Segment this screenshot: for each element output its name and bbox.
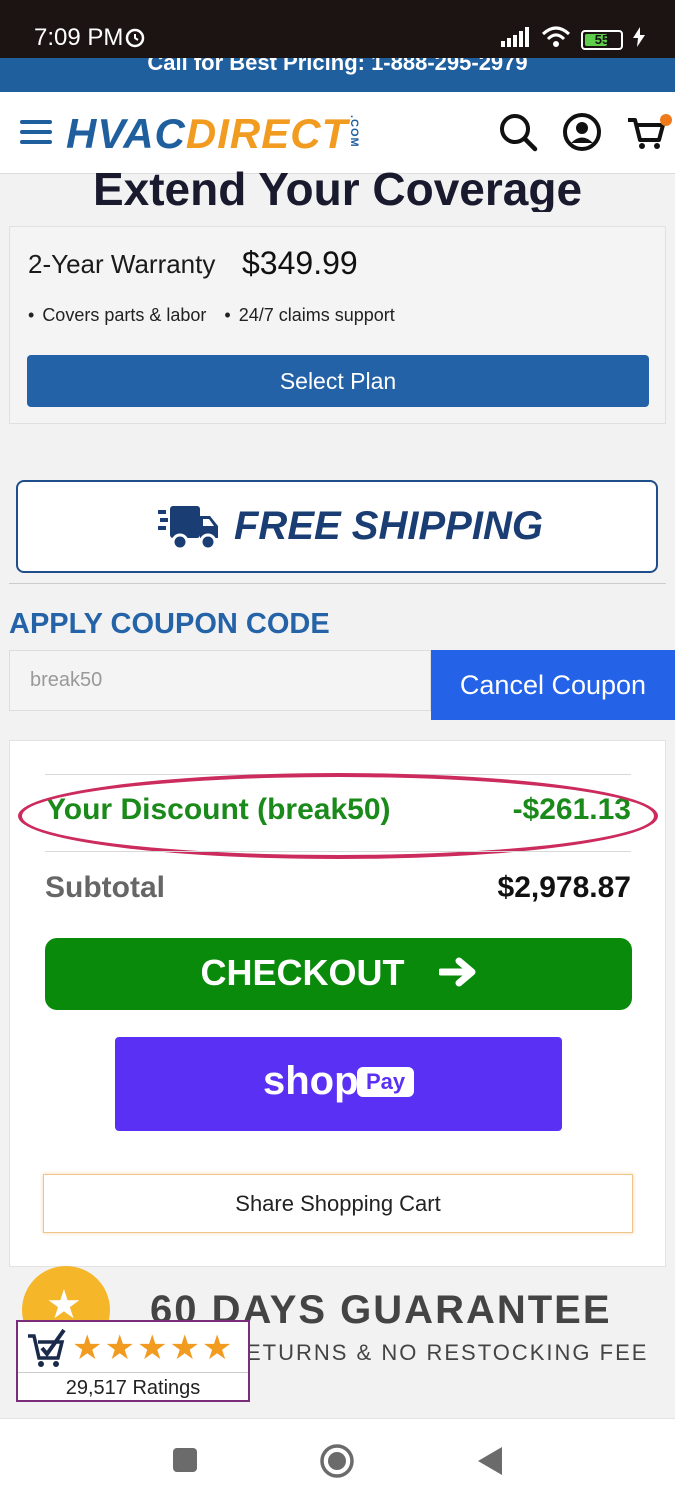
logo-suffix: .COM xyxy=(348,115,361,148)
cart-icon[interactable] xyxy=(626,112,672,152)
shop-pay-pay: Pay xyxy=(357,1067,415,1097)
logo-part-hvac: HVAC xyxy=(66,110,186,157)
site-logo[interactable]: HVACDIRECT.COM xyxy=(66,110,360,158)
warranty-card: 2-Year Warranty $349.99 Covers parts & l… xyxy=(9,226,666,424)
ratings-badge[interactable]: ★★★★★ 29,517 Ratings xyxy=(16,1320,250,1402)
warranty-price: $349.99 xyxy=(242,245,358,281)
warranty-bullet: Covers parts & labor xyxy=(28,305,206,326)
free-shipping-banner: FREE SHIPPING xyxy=(16,480,658,573)
coupon-title: APPLY COUPON CODE xyxy=(9,608,330,640)
warranty-bullet: 24/7 claims support xyxy=(224,305,395,326)
home-icon[interactable] xyxy=(319,1443,355,1484)
ratings-count: 29,517 Ratings xyxy=(18,1372,248,1400)
shop-pay-button[interactable]: shop Pay xyxy=(115,1037,562,1131)
warranty-bullets: Covers parts & labor 24/7 claims support xyxy=(28,305,395,326)
cart-badge xyxy=(660,114,672,126)
promo-text[interactable]: Call for Best Pricing: 1-888-295-2979 xyxy=(0,58,675,76)
coverage-title: Extend Your Coverage xyxy=(92,163,583,212)
subtotal-value: $2,978.87 xyxy=(497,871,631,904)
battery-icon: 55 xyxy=(581,29,623,50)
status-time: 7:09 PM xyxy=(34,24,124,51)
section-divider xyxy=(9,583,666,584)
shop-pay-shop: shop xyxy=(263,1059,359,1103)
promo-bar[interactable]: Call for Best Pricing: 1-888-295-2979 xyxy=(0,58,675,92)
menu-icon[interactable] xyxy=(20,120,52,146)
signal-icon xyxy=(501,27,531,52)
account-icon[interactable] xyxy=(562,112,602,152)
recents-icon[interactable] xyxy=(172,1447,198,1478)
wifi-icon xyxy=(541,26,571,53)
warranty-name: 2-Year Warranty xyxy=(28,249,216,279)
checkout-button[interactable]: CHECKOUT xyxy=(45,938,632,1010)
highlight-ellipse xyxy=(18,773,658,859)
checkout-label: CHECKOUT xyxy=(200,951,405,993)
status-bar: 7:09 PM 55 xyxy=(0,0,675,58)
charging-icon xyxy=(633,27,645,52)
share-cart-button[interactable]: Share Shopping Cart xyxy=(43,1174,633,1233)
select-plan-button[interactable]: Select Plan xyxy=(27,355,649,407)
logo-part-direct: DIRECT xyxy=(185,110,349,157)
system-nav-bar xyxy=(0,1418,675,1500)
battery-level: 55 xyxy=(594,31,610,47)
search-icon[interactable] xyxy=(498,112,538,152)
arrow-right-icon xyxy=(437,954,477,996)
truck-icon xyxy=(158,504,220,557)
free-shipping-text: FREE SHIPPING xyxy=(234,504,543,548)
rating-stars: ★★★★★ xyxy=(72,1329,235,1367)
summary-divider xyxy=(45,851,631,852)
subtotal-label: Subtotal xyxy=(45,871,165,904)
cancel-coupon-button[interactable]: Cancel Coupon xyxy=(431,650,675,720)
guarantee-subtitle: ETURNS & NO RESTOCKING FEE xyxy=(246,1340,649,1365)
status-icons: 55 xyxy=(501,26,645,53)
back-icon[interactable] xyxy=(476,1445,504,1482)
verified-cart-icon xyxy=(26,1328,68,1375)
order-summary: Your Discount (break50) -$261.13 Subtota… xyxy=(9,740,666,1267)
alarm-icon xyxy=(124,26,146,53)
coupon-input[interactable] xyxy=(9,650,431,711)
